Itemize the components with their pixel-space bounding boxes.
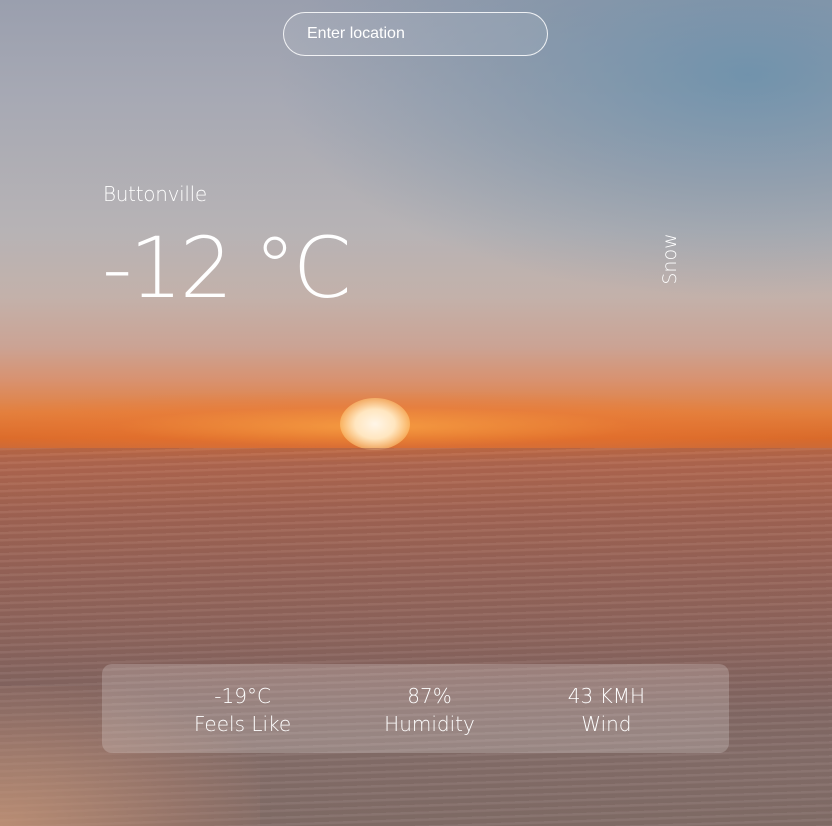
humidity-value: 87% xyxy=(407,684,452,708)
current-temperature: -12 °C xyxy=(102,219,352,317)
wind-value: 43 KMH xyxy=(567,684,645,708)
humidity-label: Humidity xyxy=(384,712,475,736)
weather-condition: Snow xyxy=(659,233,681,285)
feels-like-value: -19°C xyxy=(214,684,271,708)
city-name: Buttonville xyxy=(103,182,207,206)
search-bar xyxy=(283,12,548,56)
feels-like-label: Feels Like xyxy=(194,712,292,736)
background-sun xyxy=(340,398,410,450)
feels-like-stat: -19°C Feels Like xyxy=(194,682,291,753)
wind-stat: 43 KMH Wind xyxy=(568,682,645,753)
humidity-stat: 87% Humidity xyxy=(384,682,475,753)
location-search-input[interactable] xyxy=(284,13,547,55)
wind-label: Wind xyxy=(581,712,632,736)
weather-stats-panel: -19°C Feels Like 87% Humidity 43 KMH Win… xyxy=(102,664,729,753)
